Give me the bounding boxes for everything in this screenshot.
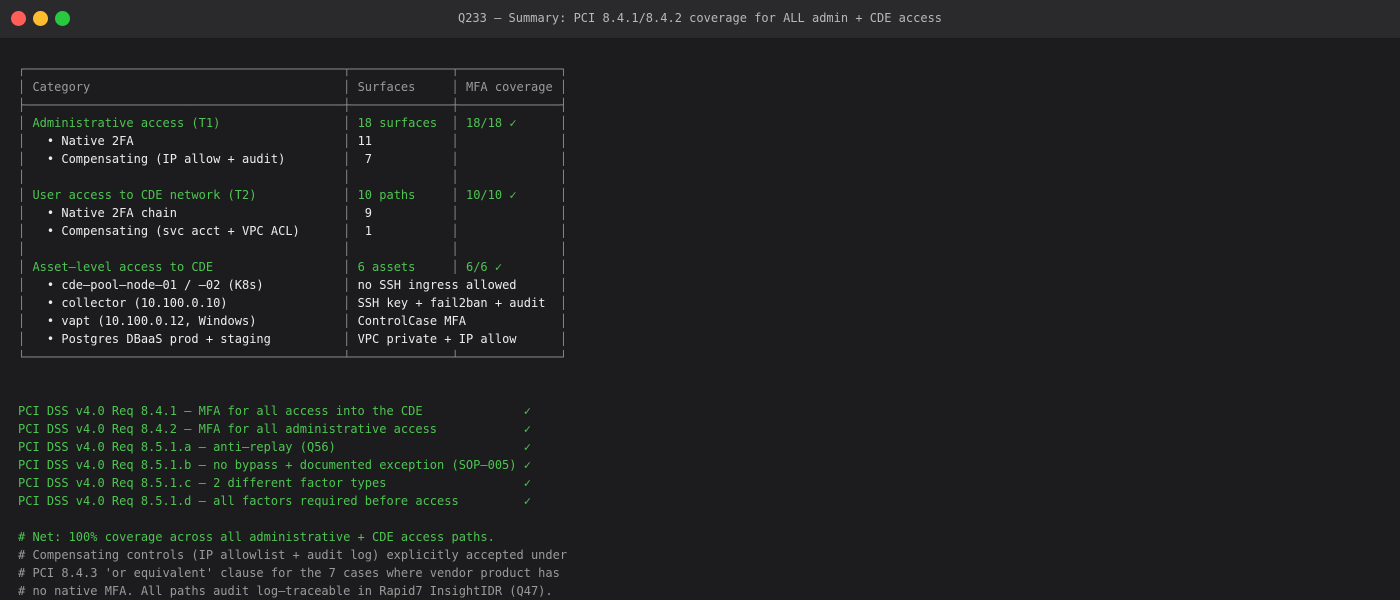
group-surfaces: 18 surfaces: [350, 116, 452, 130]
item-label: • Compensating (IP allow + audit): [25, 152, 344, 166]
table-group-row: │ Asset–level access to CDE │ 6 assets │…: [18, 260, 568, 274]
requirement-line: PCI DSS v4.0 Req 8.5.1.c – 2 different f…: [18, 474, 567, 492]
terminal-output: ┌───────────────────────────────────────…: [18, 60, 567, 600]
table-spacer-row: │ │ │ │: [18, 170, 568, 184]
table-item-row: │ • Native 2FA chain │ 9 │ │: [18, 206, 568, 220]
requirement-line: PCI DSS v4.0 Req 8.5.1.a – anti–replay (…: [18, 438, 567, 456]
item-value: 7: [350, 152, 452, 166]
group-category: Administrative access (T1): [25, 116, 344, 130]
column-header-surfaces: Surfaces: [350, 80, 452, 94]
comment-line: # PCI 8.4.3 'or equivalent' clause for t…: [18, 564, 567, 582]
item-value: ControlCase MFA: [350, 314, 560, 328]
check-icon: ✓: [523, 422, 531, 436]
group-coverage: 10/10 ✓: [458, 188, 560, 202]
table-item-row: │ • cde–pool–node–01 / –02 (K8s) │ no SS…: [18, 278, 568, 292]
table-item-row: │ • Native 2FA │ 11 │ │: [18, 134, 568, 148]
requirement-line: PCI DSS v4.0 Req 8.5.1.d – all factors r…: [18, 492, 567, 510]
group-coverage: 6/6 ✓: [458, 260, 560, 274]
table-item-row: │ • collector (10.100.0.10) │ SSH key + …: [18, 296, 568, 310]
item-label: • Native 2FA: [25, 134, 344, 148]
check-icon: ✓: [523, 404, 531, 418]
window-title: Q233 — Summary: PCI 8.4.1/8.4.2 coverage…: [457, 11, 943, 25]
item-label: • collector (10.100.0.10): [25, 296, 344, 310]
requirement-text: PCI DSS v4.0 Req 8.5.1.a – anti–replay (…: [18, 440, 524, 454]
item-label: • Compensating (svc acct + VPC ACL): [25, 224, 344, 238]
item-label: • cde–pool–node–01 / –02 (K8s): [25, 278, 344, 292]
table-item-row: │ • vapt (10.100.0.12, Windows) │ Contro…: [18, 314, 568, 328]
table-item-row: │ • Compensating (IP allow + audit) │ 7 …: [18, 152, 568, 166]
group-surfaces: 6 assets: [350, 260, 452, 274]
requirement-text: PCI DSS v4.0 Req 8.5.1.b – no bypass + d…: [18, 458, 524, 472]
group-category: Asset–level access to CDE: [25, 260, 344, 274]
table-item-row: │ • Compensating (svc acct + VPC ACL) │ …: [18, 224, 568, 238]
requirement-line: PCI DSS v4.0 Req 8.5.1.b – no bypass + d…: [18, 456, 567, 474]
requirement-line: PCI DSS v4.0 Req 8.4.2 – MFA for all adm…: [18, 420, 567, 438]
item-value: SSH key + fail2ban + audit: [350, 296, 560, 310]
group-category: User access to CDE network (T2): [25, 188, 344, 202]
check-icon: ✓: [523, 458, 531, 472]
requirement-line: PCI DSS v4.0 Req 8.4.1 – MFA for all acc…: [18, 402, 567, 420]
requirement-text: PCI DSS v4.0 Req 8.5.1.d – all factors r…: [18, 494, 524, 508]
table-header-row: │ Category │ Surfaces │ MFA coverage │: [18, 80, 568, 94]
group-coverage: 18/18 ✓: [458, 116, 560, 130]
check-icon: ✓: [523, 440, 531, 454]
column-header-category: Category: [25, 80, 344, 94]
net-summary-line: # Net: 100% coverage across all administ…: [18, 528, 567, 546]
table-spacer-row: │ │ │ │: [18, 242, 568, 256]
comment-line: # Compensating controls (IP allowlist + …: [18, 546, 567, 564]
item-value: 9: [350, 206, 452, 220]
comment-text: # Compensating controls (IP allowlist + …: [18, 548, 568, 562]
requirement-text: PCI DSS v4.0 Req 8.5.1.c – 2 different f…: [18, 476, 524, 490]
group-surfaces: 10 paths: [350, 188, 452, 202]
comment-line: # no native MFA. All paths audit log–tra…: [18, 582, 567, 600]
check-icon: ✓: [523, 476, 531, 490]
item-value: VPC private + IP allow: [350, 332, 560, 346]
net-summary: # Net: 100% coverage across all administ…: [18, 530, 495, 544]
title-bar: Q233 — Summary: PCI 8.4.1/8.4.2 coverage…: [0, 0, 1400, 39]
item-value: 1: [350, 224, 452, 238]
comment-text: # PCI 8.4.3 'or equivalent' clause for t…: [18, 566, 560, 580]
item-label: • Native 2FA chain: [25, 206, 344, 220]
table-item-row: │ • Postgres DBaaS prod + staging │ VPC …: [18, 332, 568, 346]
item-label: • vapt (10.100.0.12, Windows): [25, 314, 344, 328]
table-group-row: │ User access to CDE network (T2) │ 10 p…: [18, 188, 568, 202]
item-value: no SSH ingress allowed: [350, 278, 560, 292]
table-bottom-border: └───────────────────────────────────────…: [18, 350, 568, 364]
column-header-mfa-coverage: MFA coverage: [458, 80, 560, 94]
check-icon: ✓: [523, 494, 531, 508]
item-label: • Postgres DBaaS prod + staging: [25, 332, 344, 346]
item-value: 11: [350, 134, 452, 148]
table-group-row: │ Administrative access (T1) │ 18 surfac…: [18, 116, 568, 130]
requirement-text: PCI DSS v4.0 Req 8.4.2 – MFA for all adm…: [18, 422, 524, 436]
requirement-text: PCI DSS v4.0 Req 8.4.1 – MFA for all acc…: [18, 404, 524, 418]
table-top-border: ┌───────────────────────────────────────…: [18, 62, 568, 76]
table-header-separator: ├───────────────────────────────────────…: [18, 98, 568, 112]
